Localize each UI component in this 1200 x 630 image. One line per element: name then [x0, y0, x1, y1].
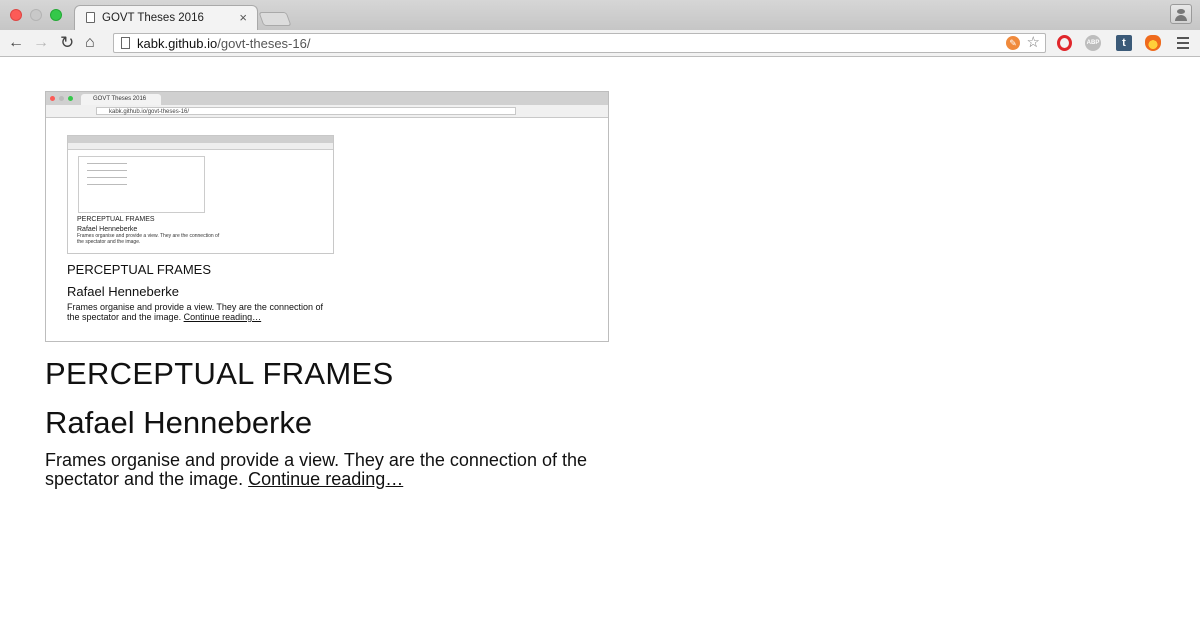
- tab-title: GOVT Theses 2016: [102, 12, 204, 24]
- preview-author: Rafael Henneberke: [67, 284, 180, 299]
- tab-govt-theses[interactable]: GOVT Theses 2016 ×: [74, 5, 258, 30]
- page-icon: [86, 12, 95, 23]
- thesis-screenshot[interactable]: GOVT Theses 2016 kabk.github.io/govt-the…: [45, 91, 609, 342]
- preview-toolbar: kabk.github.io/govt-theses-16/: [46, 105, 608, 118]
- nested-author: Rafael Henneberke: [77, 226, 138, 233]
- tumblr-extension-icon[interactable]: t: [1116, 35, 1132, 51]
- minimize-window-button[interactable]: [30, 9, 42, 21]
- browser-toolbar: ← → ↻ ⌂ kabk.github.io/govt-theses-16/ ✎…: [0, 30, 1200, 57]
- url-text[interactable]: kabk.github.io/govt-theses-16/: [137, 36, 310, 51]
- preview-url: kabk.github.io/govt-theses-16/: [96, 107, 516, 115]
- preview-minimize-dot: [59, 96, 64, 101]
- person-icon-body: [1175, 15, 1187, 21]
- address-bar[interactable]: kabk.github.io/govt-theses-16/ ✎ ☆: [113, 33, 1046, 53]
- browser-chrome: GOVT Theses 2016 × ← → ↻ ⌂ kabk.github.i…: [0, 0, 1200, 57]
- zoom-window-button[interactable]: [50, 9, 62, 21]
- tab-close-icon[interactable]: ×: [239, 10, 247, 25]
- forward-button[interactable]: →: [33, 33, 49, 53]
- pen-extension-icon[interactable]: ✎: [1006, 36, 1020, 50]
- preview-zoom-dot: [68, 96, 73, 101]
- nested-tab-strip: [68, 136, 333, 143]
- nested-description: Frames organise and provide a view. They…: [77, 233, 220, 245]
- fox-extension-icon[interactable]: [1145, 35, 1161, 51]
- nested-title: PERCEPTUAL FRAMES: [77, 216, 155, 223]
- person-icon: [1177, 9, 1185, 14]
- url-host: kabk.github.io: [137, 36, 218, 51]
- url-path: /govt-theses-16/: [217, 36, 311, 51]
- preview-tab-strip: GOVT Theses 2016: [46, 92, 608, 105]
- bookmark-star-icon[interactable]: ☆: [1027, 34, 1040, 52]
- new-tab-button[interactable]: [258, 12, 292, 26]
- nested-frame: [78, 156, 205, 213]
- profile-button[interactable]: [1170, 4, 1192, 24]
- opera-extension-icon[interactable]: [1057, 35, 1072, 51]
- nested-toolbar: [68, 143, 333, 150]
- page-icon: [121, 37, 130, 49]
- close-window-button[interactable]: [10, 9, 22, 21]
- preview-tab-title: GOVT Theses 2016: [81, 94, 161, 105]
- adblock-extension-icon[interactable]: ABP: [1085, 35, 1101, 51]
- preview-close-dot: [50, 96, 55, 101]
- tab-strip: GOVT Theses 2016 ×: [0, 0, 1200, 30]
- preview-description: Frames organise and provide a view. They…: [67, 302, 332, 322]
- project-description: Frames organise and provide a view. They…: [45, 451, 605, 489]
- preview-continue-link: Continue reading…: [183, 312, 262, 322]
- author-name: Rafael Henneberke: [45, 405, 313, 440]
- home-button[interactable]: ⌂: [85, 33, 95, 53]
- preview-title: PERCEPTUAL FRAMES: [67, 262, 211, 277]
- project-title: PERCEPTUAL FRAMES: [45, 356, 394, 391]
- back-button[interactable]: ←: [8, 33, 24, 53]
- nested-screenshot: PERCEPTUAL FRAMES Rafael Henneberke Fram…: [67, 135, 334, 254]
- menu-icon[interactable]: [1177, 37, 1189, 52]
- continue-reading-link[interactable]: Continue reading…: [248, 469, 403, 489]
- reload-button[interactable]: ↻: [60, 33, 74, 53]
